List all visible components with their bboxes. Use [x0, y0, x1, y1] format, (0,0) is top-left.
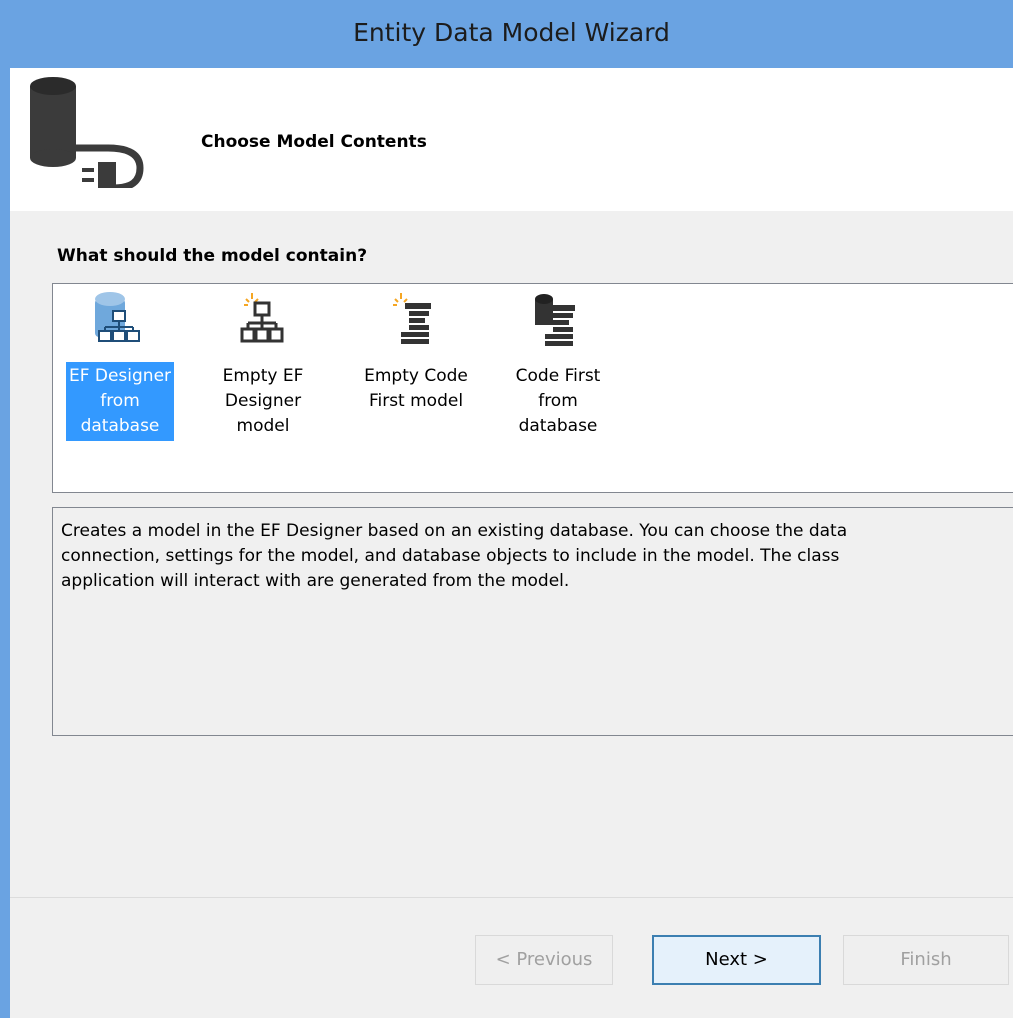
item-label: EF Designer from database [65, 362, 175, 441]
description-line: Creates a model in the EF Designer based… [61, 521, 848, 541]
title-bar[interactable]: Entity Data Model Wizard [10, 0, 1013, 68]
database-connection-icon [30, 77, 144, 188]
window-title: Entity Data Model Wizard [353, 18, 670, 47]
wizard-window: Entity Data Model Wizard Choose Model Co… [0, 0, 1013, 1018]
list-item-ef-designer-from-database[interactable]: EF Designer from database [55, 291, 185, 441]
item-label: Empty EF Designer model [222, 366, 304, 436]
page-title: Choose Model Contents [201, 132, 427, 152]
item-label: Code First from database [515, 366, 601, 436]
list-item-code-first-from-database[interactable]: Code First from database [493, 291, 623, 441]
database-designer-icon [95, 292, 140, 342]
footer-separator [10, 897, 1013, 898]
previous-button[interactable]: < Previous [475, 935, 613, 985]
model-type-list[interactable]: EF Designer from database Empty EF Desig… [52, 283, 1013, 493]
description-line: application will interact with are gener… [61, 571, 570, 591]
empty-code-first-icon [393, 293, 431, 344]
list-item-empty-ef-designer-model[interactable]: Empty EF Designer model [198, 291, 328, 441]
finish-button[interactable]: Finish [843, 935, 1009, 985]
empty-designer-icon [240, 293, 284, 343]
code-first-database-icon [535, 294, 575, 346]
next-button[interactable]: Next > [652, 935, 821, 985]
description-line: connection, settings for the model, and … [61, 546, 840, 566]
list-item-empty-code-first-model[interactable]: Empty Code First model [351, 291, 481, 416]
wizard-header: Choose Model Contents [10, 68, 1013, 211]
model-description: Creates a model in the EF Designer based… [52, 507, 1013, 736]
model-contents-question: What should the model contain? [57, 246, 368, 266]
dialog-client-area: Choose Model Contents What should the mo… [10, 68, 1013, 1018]
item-label: Empty Code First model [364, 366, 468, 411]
